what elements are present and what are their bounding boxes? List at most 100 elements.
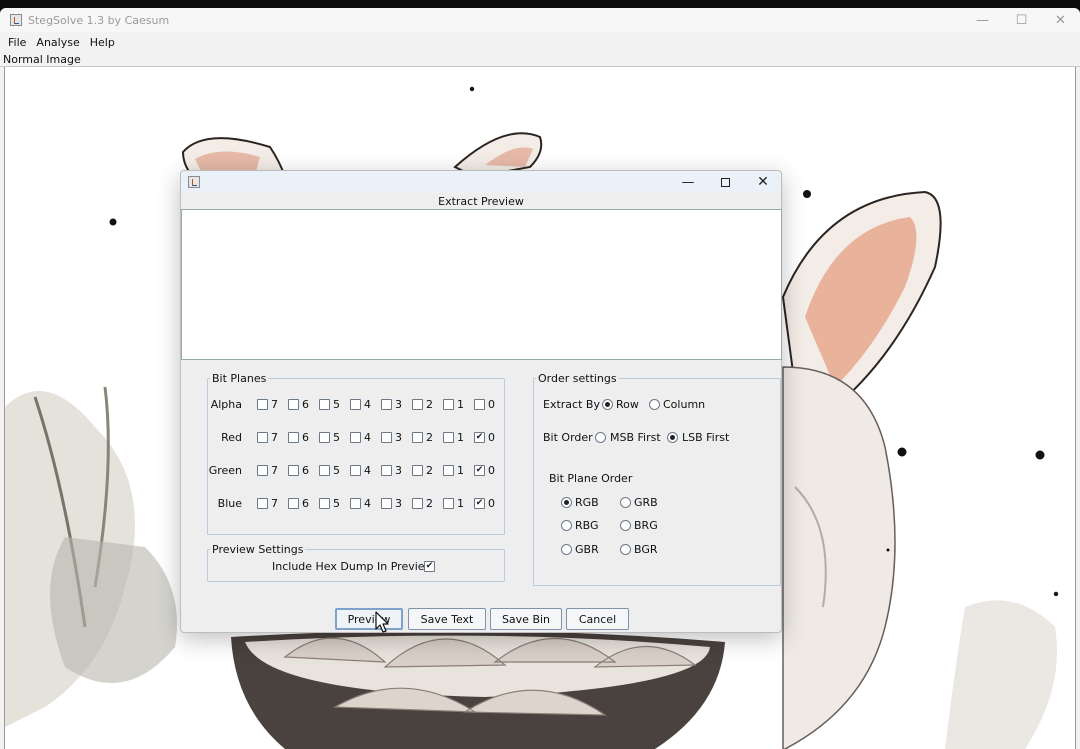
dialog-minimize-icon[interactable]: — (670, 171, 706, 193)
lsb-first-radio[interactable] (667, 432, 678, 443)
bit-planes-legend: Bit Planes (212, 372, 267, 385)
bit-plane-bit-label: 5 (333, 464, 340, 477)
bit-plane-checkbox-green-3[interactable] (381, 465, 392, 476)
cancel-button[interactable]: Cancel (566, 608, 629, 630)
menu-file[interactable]: File (8, 36, 26, 49)
bit-plane-bit-label: 0 (488, 464, 495, 477)
bit-plane-bit-label: 6 (302, 497, 309, 510)
bit-plane-bit-label: 3 (395, 431, 402, 444)
bit-plane-row-label: Blue (217, 497, 242, 510)
bit-plane-checkbox-red-6[interactable] (288, 432, 299, 443)
extract-by-label: Extract By (543, 398, 600, 411)
bit-plane-checkbox-blue-1[interactable] (443, 498, 454, 509)
bit-plane-bit-label: 1 (457, 497, 464, 510)
bit-plane-bit-label: 6 (302, 431, 309, 444)
preview-button[interactable]: Preview (335, 608, 403, 630)
main-window-controls: — ☐ ✕ (963, 8, 1080, 32)
extract-preview-dialog: — ✕ Extract Preview Bit Planes Preview S… (180, 170, 782, 633)
bit-plane-order-radio-grb[interactable] (620, 497, 631, 508)
bit-plane-checkbox-green-0[interactable]: ✔ (474, 465, 485, 476)
bit-plane-checkbox-alpha-7[interactable] (257, 399, 268, 410)
bit-plane-bit-label: 0 (488, 398, 495, 411)
bit-plane-order-label-brg: BRG (634, 519, 658, 532)
extract-preview-textarea[interactable] (181, 209, 782, 360)
hex-dump-checkbox[interactable]: ✔ (424, 561, 435, 572)
bit-plane-checkbox-red-2[interactable] (412, 432, 423, 443)
bit-plane-order-radio-rgb[interactable] (561, 497, 572, 508)
bit-plane-checkbox-green-2[interactable] (412, 465, 423, 476)
bit-order-label: Bit Order (543, 431, 593, 444)
image-mode-label: Normal Image (3, 53, 81, 66)
bit-plane-order-radio-brg[interactable] (620, 520, 631, 531)
bit-plane-bit-label: 7 (271, 497, 278, 510)
bit-plane-order-label-bgr: BGR (634, 543, 658, 556)
extract-by-row-radio[interactable] (602, 399, 613, 410)
bit-plane-checkbox-red-0[interactable]: ✔ (474, 432, 485, 443)
dialog-close-icon[interactable]: ✕ (745, 171, 781, 193)
minimize-icon[interactable]: — (963, 8, 1002, 32)
save-bin-button[interactable]: Save Bin (490, 608, 562, 630)
java-app-icon (10, 14, 22, 26)
bit-plane-order-radio-bgr[interactable] (620, 544, 631, 555)
extract-by-column-radio[interactable] (649, 399, 660, 410)
bit-plane-checkbox-red-4[interactable] (350, 432, 361, 443)
bit-plane-checkbox-red-7[interactable] (257, 432, 268, 443)
bit-plane-checkbox-blue-5[interactable] (319, 498, 330, 509)
bit-plane-checkbox-blue-4[interactable] (350, 498, 361, 509)
bit-plane-bit-label: 2 (426, 497, 433, 510)
bit-plane-bit-label: 1 (457, 431, 464, 444)
bit-plane-order-label-gbr: GBR (575, 543, 599, 556)
bit-plane-bit-label: 7 (271, 431, 278, 444)
menu-analyse[interactable]: Analyse (36, 36, 79, 49)
bit-plane-checkbox-alpha-6[interactable] (288, 399, 299, 410)
order-settings-legend: Order settings (538, 372, 617, 385)
bit-plane-checkbox-green-4[interactable] (350, 465, 361, 476)
bit-plane-order-radio-rbg[interactable] (561, 520, 572, 531)
bit-plane-checkbox-green-7[interactable] (257, 465, 268, 476)
extract-by-row-label: Row (616, 398, 639, 411)
mouse-pointer-icon (375, 611, 389, 633)
bit-plane-checkbox-alpha-4[interactable] (350, 399, 361, 410)
bit-plane-checkbox-alpha-3[interactable] (381, 399, 392, 410)
main-titlebar[interactable]: StegSolve 1.3 by Caesum — ☐ ✕ (0, 8, 1080, 32)
bit-plane-bit-label: 5 (333, 497, 340, 510)
bit-plane-checkbox-red-3[interactable] (381, 432, 392, 443)
bit-plane-bit-label: 3 (395, 398, 402, 411)
bit-plane-checkbox-alpha-2[interactable] (412, 399, 423, 410)
msb-first-label: MSB First (610, 431, 661, 444)
save-text-button[interactable]: Save Text (408, 608, 486, 630)
bit-plane-bit-label: 3 (395, 464, 402, 477)
bit-plane-checkbox-green-1[interactable] (443, 465, 454, 476)
bit-plane-checkbox-blue-6[interactable] (288, 498, 299, 509)
bit-plane-checkbox-red-5[interactable] (319, 432, 330, 443)
bit-plane-bit-label: 5 (333, 431, 340, 444)
bit-plane-bit-label: 1 (457, 398, 464, 411)
bit-plane-checkbox-green-6[interactable] (288, 465, 299, 476)
bit-plane-checkbox-blue-3[interactable] (381, 498, 392, 509)
bit-plane-checkbox-blue-7[interactable] (257, 498, 268, 509)
bit-plane-order-label-grb: GRB (634, 496, 658, 509)
bit-plane-checkbox-alpha-5[interactable] (319, 399, 330, 410)
dialog-heading: Extract Preview (438, 195, 524, 208)
dialog-titlebar[interactable]: — ✕ (181, 171, 781, 193)
preview-settings-legend: Preview Settings (212, 543, 304, 556)
bit-plane-checkbox-blue-0[interactable]: ✔ (474, 498, 485, 509)
bit-plane-checkbox-red-1[interactable] (443, 432, 454, 443)
bit-plane-bit-label: 6 (302, 464, 309, 477)
bit-plane-checkbox-alpha-0[interactable] (474, 399, 485, 410)
msb-first-radio[interactable] (595, 432, 606, 443)
bit-plane-checkbox-green-5[interactable] (319, 465, 330, 476)
bit-plane-order-radio-gbr[interactable] (561, 544, 572, 555)
dialog-maximize-icon[interactable] (707, 171, 743, 193)
maximize-box-icon (720, 177, 730, 187)
close-icon[interactable]: ✕ (1041, 8, 1080, 32)
maximize-icon[interactable]: ☐ (1002, 8, 1041, 32)
bit-plane-order-label-rbg: RBG (575, 519, 599, 532)
bit-plane-row-label: Red (221, 431, 242, 444)
bit-plane-checkbox-blue-2[interactable] (412, 498, 423, 509)
menu-help[interactable]: Help (90, 36, 115, 49)
image-label-bar: Normal Image (0, 52, 1080, 67)
hex-dump-label: Include Hex Dump In Preview (272, 560, 434, 573)
bit-plane-checkbox-alpha-1[interactable] (443, 399, 454, 410)
bit-plane-bit-label: 5 (333, 398, 340, 411)
